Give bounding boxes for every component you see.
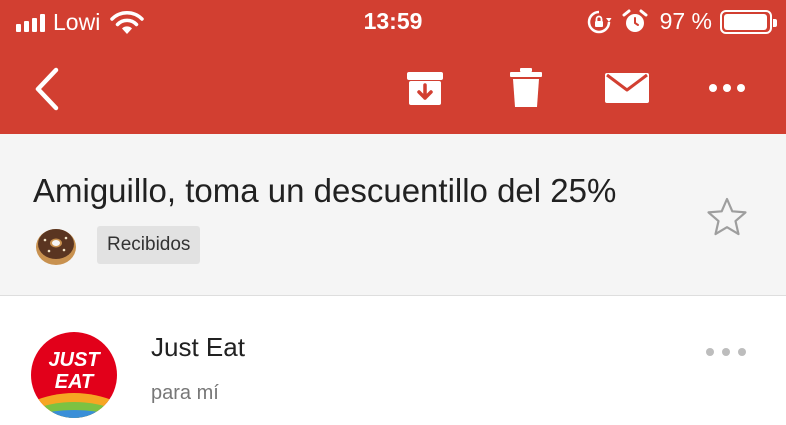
sender-name[interactable]: Just Eat — [151, 332, 245, 363]
archive-button[interactable] — [401, 64, 449, 112]
status-bar: Lowi 13:59 97 % — [0, 0, 786, 44]
label-chip-inbox[interactable]: Recibidos — [97, 226, 201, 264]
more-icon — [709, 84, 745, 92]
trash-icon — [510, 68, 542, 107]
donut-icon — [36, 229, 76, 265]
message-header: JUST EAT Just Eat para mí — [0, 296, 786, 425]
email-toolbar — [0, 44, 786, 134]
archive-icon — [407, 72, 443, 105]
sender-avatar-logo[interactable]: JUST EAT — [31, 332, 117, 418]
recipient-details[interactable]: para mí — [151, 382, 219, 405]
status-right: 97 % — [586, 8, 777, 35]
mark-unread-button[interactable] — [603, 64, 651, 112]
more-button[interactable] — [703, 64, 751, 112]
rotation-lock-icon — [587, 10, 612, 33]
email-subject: Amiguillo, toma un descuentillo del 25% — [33, 172, 617, 209]
svg-text:EAT: EAT — [55, 371, 95, 393]
svg-text:JUST: JUST — [48, 349, 101, 371]
mail-icon — [605, 73, 649, 103]
back-icon[interactable] — [28, 64, 68, 114]
app-header: Lowi 13:59 97 % — [0, 0, 786, 134]
battery-fill — [724, 13, 767, 30]
subject-section: Amiguillo, toma un descuentillo del 25% … — [0, 134, 786, 296]
battery-percent: 97 % — [659, 8, 712, 34]
sender-more-icon[interactable] — [706, 342, 746, 362]
delete-button[interactable] — [502, 64, 550, 112]
battery-icon — [720, 9, 777, 34]
star-icon[interactable] — [706, 196, 748, 238]
alarm-icon — [622, 9, 648, 32]
